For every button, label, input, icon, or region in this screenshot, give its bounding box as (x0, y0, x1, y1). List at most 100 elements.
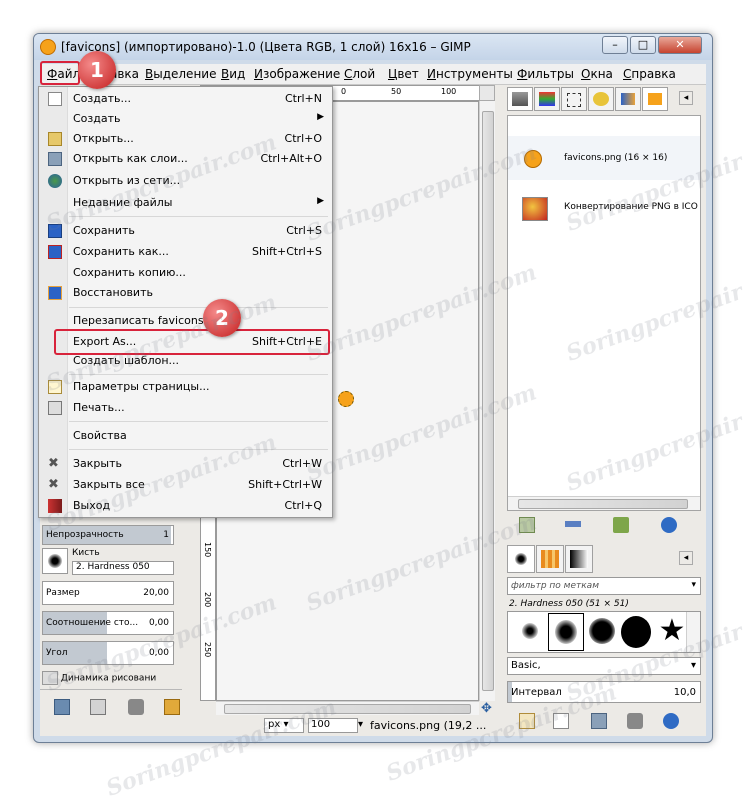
canvas-horizontal-scrollbar[interactable] (216, 701, 479, 715)
menu-item-close-all[interactable]: ✖ Закрыть все Shift+Ctrl+W (41, 475, 330, 495)
menu-item-quit[interactable]: Выход Ctrl+Q (41, 496, 330, 516)
brush-item-selected[interactable] (548, 613, 584, 651)
menu-image[interactable]: Изображение (254, 67, 340, 81)
size-slider[interactable]: Размер 20,00 (42, 581, 174, 605)
page-setup-icon (48, 380, 62, 394)
menu-item-overwrite[interactable]: Перезаписать favicons.p (41, 311, 330, 331)
raise-view-icon[interactable] (519, 517, 535, 533)
menu-item-open[interactable]: Открыть... Ctrl+O (41, 129, 330, 149)
quick-mask-icon[interactable] (479, 85, 495, 101)
menu-item-new[interactable]: Создать... Ctrl+N (41, 89, 330, 109)
dynamics-row[interactable]: Динамика рисовани (42, 671, 174, 685)
brush-preset-select[interactable]: Basic, ▾ (507, 657, 701, 675)
favicon-thumbnail (524, 150, 542, 168)
file-menu-dropdown: Создать... Ctrl+N Создать ▶ Открыть... Ctrl… (38, 86, 333, 518)
tab-paths[interactable] (561, 87, 587, 111)
menu-item-save[interactable]: Сохранить Ctrl+S (41, 221, 330, 241)
close-all-icon: ✖ (48, 477, 59, 492)
brush-star-icon[interactable]: ★ (654, 613, 690, 651)
duplicate-brush-icon[interactable] (591, 713, 607, 729)
printer-icon (48, 401, 62, 415)
save-options-icon[interactable] (54, 699, 70, 715)
aspect-ratio-slider[interactable]: Соотношение сто... 0,00 (42, 611, 174, 635)
menu-view[interactable]: Вид (221, 67, 245, 81)
minimize-button[interactable]: – (602, 36, 628, 54)
menu-item-create[interactable]: Создать ▶ (41, 109, 330, 129)
brush-label: Кисть (72, 548, 100, 558)
globe-icon (48, 174, 62, 188)
title-bar: [favicons] (импортировано)-1.0 (Цвета RG… (34, 34, 712, 60)
images-list: favicons.png (16 × 16) Конвертирование P… (507, 115, 701, 511)
navigate-icon[interactable]: ✥ (481, 701, 492, 716)
list-item[interactable]: favicons.png (16 × 16) (508, 136, 700, 180)
new-brush-icon[interactable] (553, 713, 569, 729)
export-as-highlight (54, 329, 330, 355)
brushes-grid: ★ (507, 611, 701, 653)
refresh-brushes-icon[interactable] (663, 713, 679, 729)
menu-select[interactable]: Выделение (145, 67, 216, 81)
menu-item-revert[interactable]: Восстановить (41, 283, 330, 303)
menu-item-save-as[interactable]: Сохранить как... Shift+Ctrl+S (41, 242, 330, 262)
menu-help[interactable]: Справка (623, 67, 676, 81)
tag-filter-field[interactable]: фильтр по меткам ▾ (507, 577, 701, 595)
menu-item-open-location[interactable]: Открыть из сети... (41, 171, 330, 191)
menu-item-open-as-layers[interactable]: Открыть как слои... Ctrl+Alt+O (41, 149, 330, 169)
canvas-vertical-scrollbar[interactable] (479, 101, 495, 701)
maximize-button[interactable]: □ (630, 36, 656, 54)
refresh-icon[interactable] (661, 517, 677, 533)
open-layers-icon (48, 152, 62, 166)
tab-brushes[interactable] (507, 545, 535, 573)
unit-select[interactable]: px ▾ (264, 718, 304, 733)
tab-gradients[interactable] (565, 545, 593, 573)
delete-options-icon[interactable] (128, 699, 144, 715)
reset-options-icon[interactable] (164, 699, 180, 715)
delete-brush-icon[interactable] (627, 713, 643, 729)
tab-fg-colors[interactable] (615, 87, 641, 111)
close-button[interactable]: ✕ (658, 36, 702, 54)
menu-item-recent[interactable]: Недавние файлы ▶ (41, 193, 330, 213)
image-thumbnail (522, 197, 548, 221)
tab-layers[interactable] (507, 87, 533, 111)
step-badge-2: 2 (203, 299, 241, 337)
new-display-icon[interactable] (565, 521, 581, 527)
menu-filters[interactable]: Фильтры (517, 67, 574, 81)
menu-item-print[interactable]: Печать... (41, 398, 330, 418)
menu-item-close[interactable]: ✖ Закрыть Ctrl+W (41, 454, 330, 474)
brush-item[interactable] (512, 613, 548, 651)
tab-patterns[interactable] (536, 545, 564, 573)
menu-color[interactable]: Цвет (388, 67, 419, 81)
menu-item-save-copy[interactable]: Сохранить копию... (41, 263, 330, 283)
brush-item[interactable] (584, 613, 620, 651)
brushes-scrollbar[interactable] (686, 612, 700, 652)
brush-item[interactable] (618, 613, 654, 651)
menu-tools[interactable]: Инструменты (427, 67, 513, 81)
tab-images[interactable] (642, 87, 668, 111)
favicon-image[interactable] (338, 391, 354, 407)
tab-undo[interactable] (588, 87, 614, 111)
file-info: favicons.png (19,2 ... (370, 719, 487, 732)
opacity-slider[interactable]: Непрозрачность 1 (42, 525, 174, 545)
list-item[interactable]: Конвертирование PNG в ICO (508, 188, 700, 228)
edit-brush-icon[interactable] (519, 713, 535, 729)
menu-layer[interactable]: Слой (344, 67, 375, 81)
submenu-arrow-icon: ▶ (317, 196, 324, 206)
zoom-field[interactable]: 100 (308, 718, 358, 733)
angle-slider[interactable]: Угол 0,00 (42, 641, 174, 665)
restore-options-icon[interactable] (90, 699, 106, 715)
tab-channels[interactable] (534, 87, 560, 111)
interval-slider[interactable]: Интервал 10,0 (507, 681, 701, 703)
brush-title: 2. Hardness 050 (51 × 51) (509, 599, 629, 609)
menu-item-page-setup[interactable]: Параметры страницы... (41, 377, 330, 397)
panel-menu-icon[interactable]: ◂ (679, 91, 693, 105)
menu-item-properties[interactable]: Свойства (41, 426, 330, 446)
right-dock: ◂ favicons.png (16 × 16) Конвертирование… (503, 85, 706, 736)
file-menu-highlight (40, 61, 80, 85)
brushes-menu-icon[interactable]: ◂ (679, 551, 693, 565)
brush-preview[interactable] (42, 548, 68, 574)
menu-windows[interactable]: Окна (581, 67, 613, 81)
zoom-dropdown-icon[interactable]: ▾ (358, 719, 363, 730)
images-horizontal-scrollbar[interactable] (508, 496, 700, 510)
status-bar: px ▾ 100 ▾ favicons.png (19,2 ... (200, 717, 495, 735)
clean-icon[interactable] (613, 517, 629, 533)
brush-name-field[interactable]: 2. Hardness 050 (72, 561, 174, 575)
